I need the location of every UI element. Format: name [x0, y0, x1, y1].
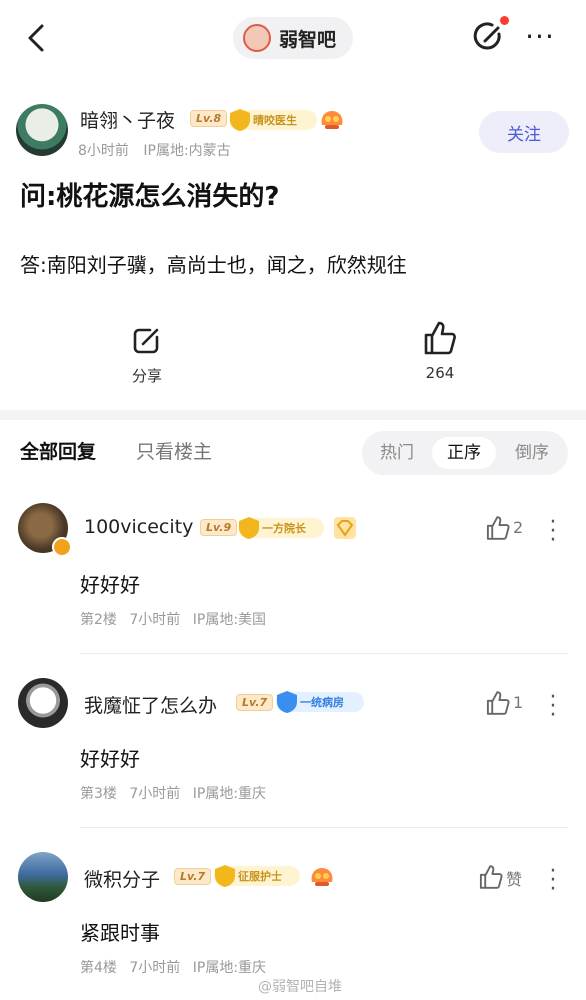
post-time: 8小时前	[78, 143, 129, 159]
title-badge: 一方院长	[238, 517, 324, 539]
forum-name: 弱智吧	[279, 28, 337, 51]
title-badge: 征服护士	[214, 865, 300, 887]
comment-ip: IP属地:美国	[192, 612, 267, 628]
thumbs-up-icon[interactable]	[485, 515, 511, 541]
like-count: 1	[513, 693, 524, 712]
shield-icon	[230, 109, 250, 131]
notification-dot	[500, 16, 509, 25]
sort-ascending[interactable]: 正序	[432, 437, 496, 469]
comment-divider	[80, 653, 568, 654]
comment-divider	[80, 827, 568, 828]
shield-icon	[277, 691, 297, 713]
post-ip: IP属地:内蒙古	[143, 143, 231, 159]
avatar-badge	[52, 537, 72, 557]
section-divider	[0, 410, 586, 420]
sort-hot[interactable]: 热门	[365, 437, 429, 469]
comment-time: 7小时前	[129, 960, 181, 976]
comment-time: 7小时前	[129, 786, 181, 802]
share-icon[interactable]	[131, 324, 163, 356]
like-label[interactable]: 赞	[506, 866, 522, 890]
more-vertical-icon[interactable]: · · ·	[548, 687, 558, 727]
forum-pill[interactable]: 弱智吧	[233, 17, 353, 59]
shield-icon	[239, 517, 259, 539]
follow-button[interactable]: 关注	[479, 111, 569, 153]
title-badge-label: 征服护士	[238, 870, 282, 883]
more-icon[interactable]: ···	[522, 22, 558, 52]
sort-toggle: 热门 正序 倒序	[362, 431, 568, 475]
emblem-icon	[321, 111, 343, 129]
author-avatar[interactable]	[16, 104, 68, 156]
title-badge-label: 一方院长	[262, 522, 306, 535]
comment-ip: IP属地:重庆	[192, 786, 267, 802]
level-badge: Lv.9	[200, 519, 238, 536]
comment-avatar[interactable]	[18, 852, 68, 902]
thumbs-up-icon[interactable]	[485, 690, 511, 716]
comment-author[interactable]: 我魔怔了怎么办	[84, 691, 217, 718]
post-meta: 8小时前 IP属地:内蒙古	[78, 140, 231, 160]
comment-avatar[interactable]	[18, 678, 68, 728]
like-count: 2	[513, 518, 524, 537]
comment-time: 7小时前	[129, 612, 181, 628]
thumbs-up-icon[interactable]	[478, 864, 504, 890]
floor-number: 第3楼	[80, 786, 117, 802]
more-vertical-icon[interactable]: · · ·	[548, 512, 558, 552]
floor-number: 第4楼	[80, 960, 117, 976]
comment-text: 紧跟时事	[80, 921, 160, 945]
comment-text: 好好好	[80, 747, 140, 771]
comment-meta: 第3楼 7小时前 IP属地:重庆	[80, 783, 266, 803]
tab-all-replies[interactable]: 全部回复	[20, 437, 96, 464]
compose-icon[interactable]	[472, 20, 506, 54]
comment-meta: 第4楼 7小时前 IP属地:重庆	[80, 957, 266, 977]
thumbs-up-icon[interactable]	[423, 320, 457, 356]
sort-descending[interactable]: 倒序	[500, 437, 564, 469]
author-name[interactable]: 暗翎丶子夜	[80, 106, 175, 133]
comment-author[interactable]: 微积分子	[84, 865, 160, 892]
back-icon[interactable]	[22, 22, 52, 54]
title-badge: 一统病房	[276, 691, 364, 713]
comment-meta: 第2楼 7小时前 IP属地:美国	[80, 609, 266, 629]
comment-text: 好好好	[80, 573, 140, 597]
comment-author[interactable]: 100vicecity	[84, 516, 193, 538]
emblem-icon	[311, 868, 333, 886]
more-vertical-icon[interactable]: · · ·	[548, 861, 558, 901]
title-badge-label: 晴咬医生	[253, 114, 297, 127]
level-badge: Lv.7	[174, 868, 212, 885]
comment-ip: IP属地:重庆	[192, 960, 267, 976]
level-badge: Lv.7	[236, 694, 274, 711]
like-count: 264	[425, 364, 455, 382]
floor-number: 第2楼	[80, 612, 117, 628]
shield-icon	[215, 865, 235, 887]
title-badge-label: 一统病房	[300, 696, 344, 709]
level-badge: Lv.8	[190, 110, 228, 127]
post-title: 问:桃花源怎么消失的?	[20, 182, 280, 212]
title-badge: 晴咬医生	[229, 109, 317, 131]
watermark: @弱智吧自堆	[258, 979, 342, 995]
forum-avatar	[243, 24, 271, 52]
tab-op-only[interactable]: 只看楼主	[136, 437, 212, 464]
share-label[interactable]: 分享	[130, 365, 164, 386]
diamond-icon	[334, 517, 356, 539]
post-body: 答:南阳刘子骥，高尚士也，闻之，欣然规往	[20, 253, 407, 277]
